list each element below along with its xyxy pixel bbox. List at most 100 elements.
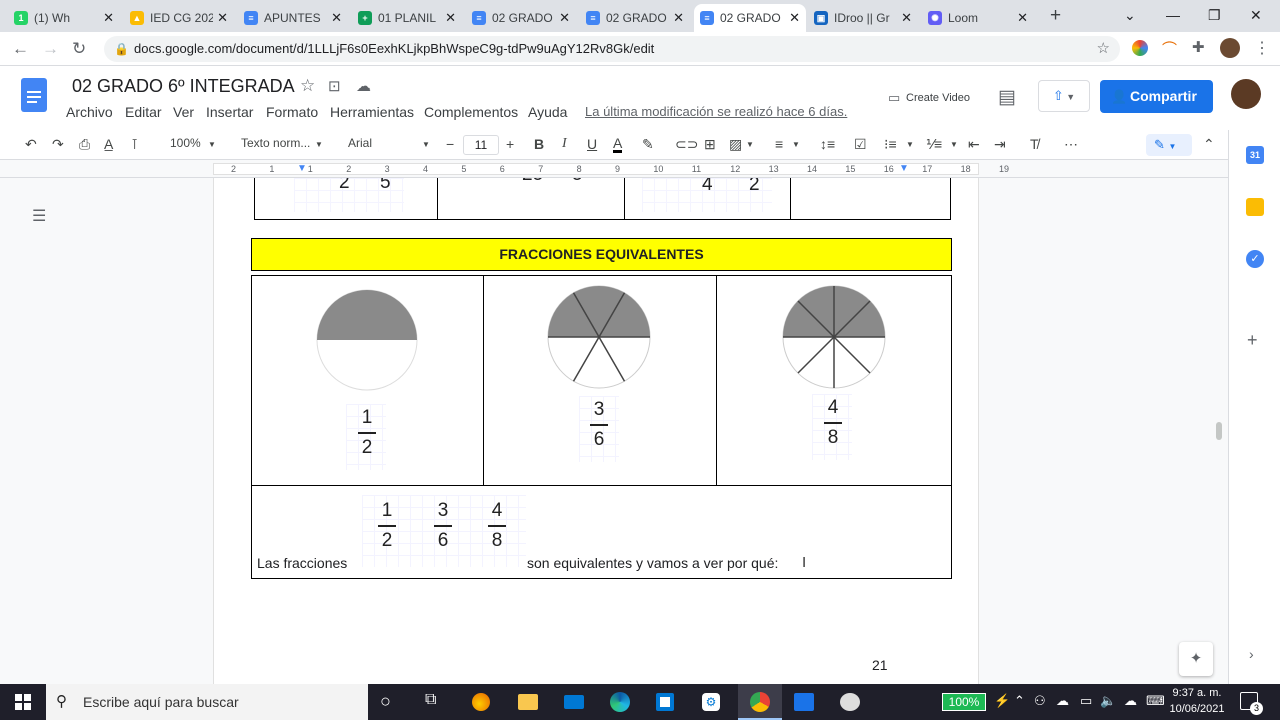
browser-tab[interactable]: 1 (1) Wh ✕ <box>8 4 120 32</box>
weather-icon[interactable]: ☁ <box>1056 693 1069 709</box>
clock-date[interactable]: 10/06/2021 <box>1168 703 1226 715</box>
docs-logo-icon[interactable] <box>21 78 47 112</box>
account-avatar[interactable] <box>1231 79 1261 109</box>
menu-ver[interactable]: Ver <box>173 104 194 120</box>
undo-icon[interactable]: ↶ <box>25 136 37 153</box>
decrease-size-icon[interactable]: − <box>446 136 454 152</box>
scrollbar-thumb[interactable] <box>1216 422 1222 440</box>
photos-icon[interactable] <box>794 693 814 711</box>
tab-close-icon[interactable]: ✕ <box>901 10 912 26</box>
link-icon[interactable]: ⊂⊃ <box>675 136 698 153</box>
power-icon[interactable]: ⚡ <box>994 693 1010 709</box>
zoom-select[interactable]: 100% <box>170 136 201 150</box>
indent-marker-icon[interactable]: ▼ <box>297 163 307 174</box>
image-icon[interactable]: ▨ <box>729 136 742 153</box>
outline-icon[interactable]: ☰ <box>32 206 46 226</box>
share-button[interactable]: 👤 Compartir <box>1100 80 1213 113</box>
print-icon[interactable]: ⎙ <box>79 136 90 153</box>
browser-tab[interactable]: +01 PLANIL ✕ <box>352 4 462 32</box>
back-icon[interactable]: ← <box>12 39 29 59</box>
paint-format-icon[interactable]: ⊺ <box>131 136 138 153</box>
explore-button[interactable]: ✦ <box>1179 642 1213 676</box>
comment-icon[interactable]: ⊞ <box>704 136 716 153</box>
window-close-icon[interactable]: ✕ <box>1250 7 1262 24</box>
menu-formato[interactable]: Formato <box>266 104 318 120</box>
tab-close-icon[interactable]: ✕ <box>789 10 800 26</box>
new-tab-button[interactable]: + <box>1050 5 1061 27</box>
tab-close-icon[interactable]: ✕ <box>331 10 342 26</box>
taskbar-search-box[interactable]: ⚲ Escribe aquí para buscar <box>46 684 368 720</box>
onedrive-icon[interactable]: ☁ <box>1124 693 1137 709</box>
cloud-status-icon[interactable]: ☁ <box>356 77 371 95</box>
show-hidden-icon[interactable]: ⌃ <box>1014 693 1025 709</box>
volume-icon[interactable]: 🔈 <box>1100 693 1116 709</box>
url-input[interactable]: 🔒 docs.google.com/document/d/1LLLjF6s0Ee… <box>104 36 1120 62</box>
calendar-icon[interactable]: 31 <box>1246 146 1264 164</box>
extensions-puzzle-icon[interactable]: ✚ <box>1192 38 1205 56</box>
browser-tab[interactable]: ≡ 02 GRADO ✕ <box>466 4 576 32</box>
decrease-indent-icon[interactable]: ⇤ <box>968 136 980 153</box>
text-color-icon[interactable]: A <box>613 136 623 153</box>
increase-size-icon[interactable]: + <box>506 136 514 152</box>
menu-editar[interactable]: Editar <box>125 104 162 120</box>
numbered-list-icon[interactable]: ⅟≡ <box>926 136 942 153</box>
battery-icon[interactable]: ▭ <box>1080 693 1092 709</box>
tab-close-icon[interactable]: ✕ <box>217 10 228 26</box>
video-camera-icon[interactable]: ▭ <box>888 90 900 106</box>
browser-tab[interactable]: ✺ Loom ✕ <box>922 4 1034 32</box>
language-icon[interactable]: ⌨ <box>1146 693 1165 709</box>
browser-tab[interactable]: ≡ 02 GRADO ✕ <box>580 4 690 32</box>
bold-icon[interactable]: B <box>534 136 544 152</box>
star-icon[interactable]: ☆ <box>300 76 315 96</box>
reload-icon[interactable]: ↻ <box>72 39 86 59</box>
tab-close-icon[interactable]: ✕ <box>103 10 114 26</box>
chrome-taskbar-button[interactable] <box>738 684 782 720</box>
bullet-list-icon[interactable]: ⁝≡ <box>884 136 897 153</box>
file-explorer-icon[interactable] <box>518 694 538 710</box>
extension-rainbow-icon[interactable]: ⌒ <box>1162 38 1177 59</box>
battery-indicator[interactable]: 100% <box>942 693 986 711</box>
extension-icon[interactable] <box>1132 40 1148 56</box>
expand-panel-icon[interactable]: › <box>1249 646 1254 662</box>
store-icon[interactable] <box>656 693 674 711</box>
cortana-icon[interactable]: ○ <box>380 691 391 712</box>
menu-ayuda[interactable]: Ayuda <box>528 104 567 120</box>
right-indent-marker-icon[interactable]: ▼ <box>899 163 909 174</box>
italic-icon[interactable]: I <box>562 136 567 152</box>
bookmark-star-icon[interactable]: ☆ <box>1097 36 1110 62</box>
menu-herramientas[interactable]: Herramientas <box>330 104 414 120</box>
meet-now-icon[interactable]: ⚇ <box>1034 693 1046 709</box>
editing-mode-button[interactable]: ✎ ▼ <box>1146 134 1192 156</box>
profile-avatar[interactable] <box>1220 38 1240 58</box>
increase-indent-icon[interactable]: ⇥ <box>994 136 1006 153</box>
edge-icon[interactable] <box>610 692 630 712</box>
tab-close-icon[interactable]: ✕ <box>1017 10 1028 26</box>
line-spacing-icon[interactable]: ↕≡ <box>820 136 835 152</box>
menu-insertar[interactable]: Insertar <box>206 104 253 120</box>
create-video-button[interactable]: Create Video <box>906 92 970 104</box>
spellcheck-icon[interactable]: A̲ <box>104 136 113 152</box>
align-left-icon[interactable]: ≡ <box>775 136 783 152</box>
browser-tab[interactable]: ≡ 02 GRADO ✕ <box>694 4 806 32</box>
move-folder-icon[interactable]: ⊡ <box>328 77 341 95</box>
forward-icon[interactable]: → <box>42 39 59 59</box>
tab-search-icon[interactable]: ⌄ <box>1124 7 1136 24</box>
tab-close-icon[interactable]: ✕ <box>445 10 456 26</box>
browser-tab[interactable]: ≡ APUNTES ✕ <box>238 4 348 32</box>
clear-format-icon[interactable]: T̸ <box>1030 136 1039 152</box>
mail-icon[interactable] <box>564 695 584 709</box>
document-page[interactable]: 2 5 25 5 4 2 1 8 FRACCIONES EQUIVALENTES <box>213 178 979 684</box>
tab-close-icon[interactable]: ✕ <box>673 10 684 26</box>
present-button[interactable]: ⇧ ▼ <box>1038 80 1090 112</box>
redo-icon[interactable]: ↷ <box>52 136 64 153</box>
keep-icon[interactable] <box>1246 198 1264 216</box>
collapse-chevron-icon[interactable]: ⌃ <box>1203 136 1215 153</box>
browser-menu-icon[interactable]: ⋮ <box>1254 38 1270 58</box>
underline-icon[interactable]: U <box>587 136 597 152</box>
settings-app-icon[interactable]: ⚙ <box>702 693 720 711</box>
comment-history-icon[interactable]: ▤ <box>998 86 1016 109</box>
font-select[interactable]: Arial <box>348 136 372 150</box>
document-title[interactable]: 02 GRADO 6º INTEGRADA <box>72 76 295 97</box>
last-edit-link[interactable]: La última modificación se realizó hace 6… <box>585 104 847 119</box>
style-select[interactable]: Texto norm... <box>241 136 310 150</box>
